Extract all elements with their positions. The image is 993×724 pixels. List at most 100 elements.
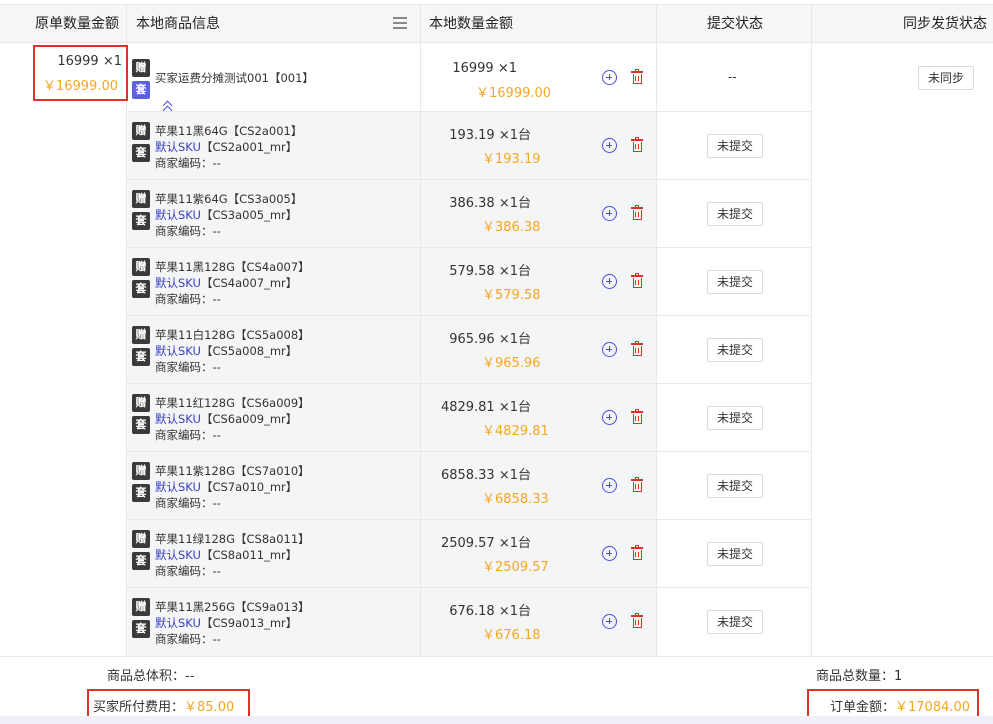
gift-badge: 赠 — [132, 190, 150, 208]
sku-code: 【CS2a001_mr】 — [200, 140, 298, 154]
merchant-code: 商家编码：-- — [155, 292, 221, 306]
unsubmitted-button[interactable]: 未提交 — [707, 134, 764, 158]
item-qty: 2509.57 ×1台 — [440, 536, 531, 551]
unsubmitted-button[interactable]: 未提交 — [707, 474, 764, 498]
product-name: 苹果11黑256G【CS9a013】 — [155, 600, 310, 614]
merchant-code: 商家编码：-- — [155, 156, 221, 170]
delete-icon[interactable] — [631, 341, 643, 356]
product-info: 苹果11黑64G【CS2a001】 默认SKU【CS2a001_mr】 商家编码… — [155, 123, 302, 171]
sku-code: 【CS7a010_mr】 — [200, 480, 298, 494]
buyer-fee-value: ￥85.00 — [184, 700, 235, 715]
list-item: 赠套 苹果11绿128G【CS8a011】 默认SKU【CS8a011_mr】 … — [127, 519, 993, 587]
item-price: ￥386.38 — [482, 220, 541, 235]
delete-icon[interactable] — [631, 205, 643, 220]
set-badge: 套 — [132, 348, 150, 366]
set-badge: 套 — [132, 280, 150, 298]
add-icon[interactable] — [602, 614, 617, 629]
add-icon[interactable] — [602, 410, 617, 425]
product-info: 苹果11绿128G【CS8a011】 默认SKU【CS8a011_mr】 商家编… — [155, 531, 310, 579]
add-icon[interactable] — [602, 546, 617, 561]
item-price: ￥965.96 — [482, 356, 541, 371]
list-item: 赠套 苹果11白128G【CS5a008】 默认SKU【CS5a008_mr】 … — [127, 315, 993, 383]
add-icon[interactable] — [602, 206, 617, 221]
set-badge: 套 — [132, 144, 150, 162]
gift-badge: 赠 — [132, 59, 150, 77]
item-qty: 6858.33 ×1台 — [440, 468, 531, 483]
unsubmitted-button[interactable]: 未提交 — [707, 406, 764, 430]
gift-badge: 赠 — [132, 122, 150, 140]
parent-product-name: 买家运费分摊测试001【001】 — [155, 71, 314, 85]
set-badge: 套 — [132, 212, 150, 230]
total-volume-label: 商品总体积： — [107, 669, 186, 684]
header-local-amount: 本地数量金额 — [429, 16, 513, 32]
total-volume: 商品总体积：-- — [107, 665, 194, 684]
default-sku-link[interactable]: 默认SKU — [155, 140, 201, 154]
total-volume-value: -- — [185, 669, 195, 684]
header-sync-status: 同步发货状态 — [903, 16, 987, 32]
set-badge: 套 — [132, 484, 150, 502]
order-amount: 订单金额：￥17084.00 — [830, 696, 970, 715]
unsync-button[interactable]: 未同步 — [918, 66, 975, 90]
parent-qty: 16999 ×1 — [452, 61, 517, 76]
add-icon[interactable] — [602, 138, 617, 153]
gift-badge: 赠 — [132, 462, 150, 480]
product-info: 苹果11红128G【CS6a009】 默认SKU【CS6a009_mr】 商家编… — [155, 395, 310, 443]
default-sku-link[interactable]: 默认SKU — [155, 616, 201, 630]
sku-code: 【CS9a013_mr】 — [200, 616, 298, 630]
delete-icon[interactable] — [631, 409, 643, 424]
delete-icon[interactable] — [631, 545, 643, 560]
parent-product-row: 赠 套 买家运费分摊测试001【001】 16999 ×1 ￥16999.00 … — [127, 44, 993, 116]
item-qty: 4829.81 ×1台 — [440, 400, 531, 415]
header-original-amount: 原单数量金额 — [35, 16, 119, 32]
sku-code: 【CS8a011_mr】 — [200, 548, 298, 562]
unsubmitted-button[interactable]: 未提交 — [707, 338, 764, 362]
delete-icon[interactable] — [631, 273, 643, 288]
unsubmitted-button[interactable]: 未提交 — [707, 610, 764, 634]
unsubmitted-button[interactable]: 未提交 — [707, 542, 764, 566]
add-icon[interactable] — [602, 342, 617, 357]
default-sku-link[interactable]: 默认SKU — [155, 208, 201, 222]
product-name: 苹果11黑64G【CS2a001】 — [155, 124, 303, 138]
add-icon[interactable] — [602, 70, 617, 85]
order-amount-label: 订单金额： — [830, 700, 896, 715]
product-info: 苹果11黑256G【CS9a013】 默认SKU【CS9a013_mr】 商家编… — [155, 599, 310, 647]
set-badge: 套 — [132, 81, 150, 99]
default-sku-link[interactable]: 默认SKU — [155, 548, 201, 562]
delete-icon[interactable] — [631, 137, 643, 152]
set-badge: 套 — [132, 416, 150, 434]
gift-badge: 赠 — [132, 258, 150, 276]
default-sku-link[interactable]: 默认SKU — [155, 412, 201, 426]
list-item: 赠套 苹果11黑128G【CS4a007】 默认SKU【CS4a007_mr】 … — [127, 247, 993, 315]
add-icon[interactable] — [602, 478, 617, 493]
delete-icon[interactable] — [631, 613, 643, 628]
merchant-code: 商家编码：-- — [155, 360, 221, 374]
unsubmitted-button[interactable]: 未提交 — [707, 270, 764, 294]
item-price: ￥579.58 — [482, 288, 541, 303]
merchant-code: 商家编码：-- — [155, 496, 221, 510]
default-sku-link[interactable]: 默认SKU — [155, 480, 201, 494]
column-menu-icon[interactable] — [393, 17, 407, 29]
table-header: 原单数量金额 本地商品信息 本地数量金额 提交状态 同步发货状态 — [0, 4, 993, 43]
original-qty: 16999 ×1 — [57, 54, 122, 69]
default-sku-link[interactable]: 默认SKU — [155, 344, 201, 358]
product-info: 苹果11紫64G【CS3a005】 默认SKU【CS3a005_mr】 商家编码… — [155, 191, 302, 239]
sku-code: 【CS3a005_mr】 — [200, 208, 298, 222]
buyer-fee-label: 买家所付费用： — [93, 700, 185, 715]
merchant-code: 商家编码：-- — [155, 632, 221, 646]
list-item: 赠套 苹果11黑256G【CS9a013】 默认SKU【CS9a013_mr】 … — [127, 587, 993, 655]
item-price: ￥6858.33 — [482, 492, 549, 507]
collapse-icon[interactable] — [162, 99, 174, 116]
gift-badge: 赠 — [132, 530, 150, 548]
list-item: 赠套 苹果11紫64G【CS3a005】 默认SKU【CS3a005_mr】 商… — [127, 179, 993, 247]
product-info: 苹果11白128G【CS5a008】 默认SKU【CS5a008_mr】 商家编… — [155, 327, 310, 375]
add-icon[interactable] — [602, 274, 617, 289]
delete-icon[interactable] — [631, 69, 643, 84]
product-name: 苹果11紫128G【CS7a010】 — [155, 464, 310, 478]
header-local-product: 本地商品信息 — [136, 16, 220, 32]
header-submit-status: 提交状态 — [707, 16, 763, 32]
item-price: ￥193.19 — [482, 152, 541, 167]
delete-icon[interactable] — [631, 477, 643, 492]
item-qty: 579.58 ×1台 — [449, 264, 531, 279]
default-sku-link[interactable]: 默认SKU — [155, 276, 201, 290]
unsubmitted-button[interactable]: 未提交 — [707, 202, 764, 226]
